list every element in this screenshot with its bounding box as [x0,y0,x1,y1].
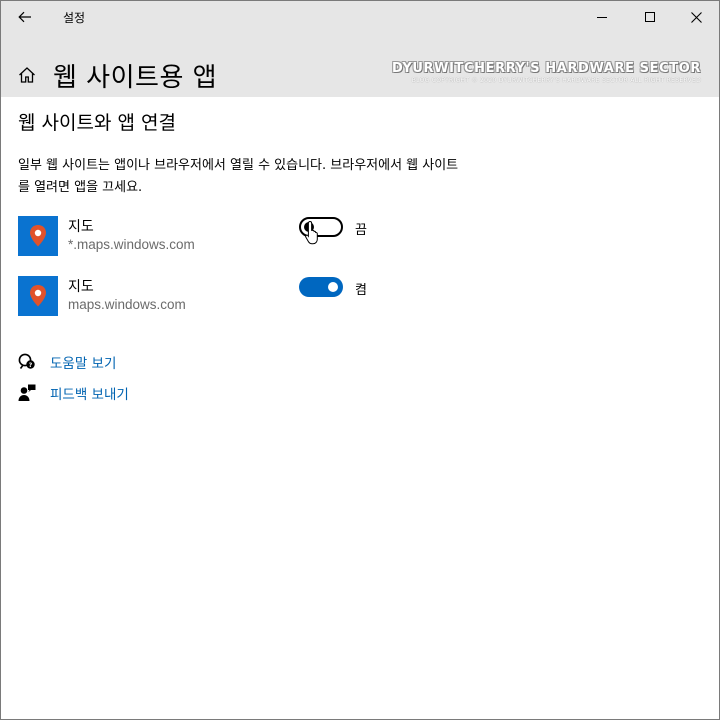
section-title: 웹 사이트와 앱 연결 [18,112,176,134]
app-tile [18,216,58,256]
page-title: 웹 사이트용 앱 [53,62,218,93]
back-arrow-icon [18,11,31,23]
help-link[interactable]: ? 도움말 보기 [18,351,116,373]
title-bar: 설정 [1,1,719,33]
back-button[interactable] [9,3,41,31]
minimize-icon [597,17,607,18]
settings-window: 설정 웹 사이트용 앱 DYURWITCHERRY'S HARDWARE SEC… [0,0,720,720]
watermark: DYURWITCHERRY'S HARDWARE SECTOR BLOG COP… [392,61,701,84]
app-title: 설정 [63,11,86,25]
minimize-button[interactable] [579,1,625,33]
feedback-link[interactable]: 피드백 보내기 [18,382,129,404]
app-url: *.maps.windows.com [68,237,195,252]
page-header: 웹 사이트용 앱 [15,55,217,95]
feedback-link-label[interactable]: 피드백 보내기 [50,383,129,403]
toggle-state-label: 켬 [355,283,367,298]
toggle-state-label: 끔 [355,223,367,238]
help-chat-icon: ? [18,353,36,371]
app-url: maps.windows.com [68,297,186,312]
app-tile [18,276,58,316]
app-row-maps-wildcard: 지도 *.maps.windows.com 끔 [18,216,418,260]
feedback-person-icon [18,384,36,402]
map-pin-icon [30,285,46,307]
map-pin-icon [30,225,46,247]
description-text: 일부 웹 사이트는 앱이나 브라우저에서 열릴 수 있습니다. 브라우저에서 웹… [18,158,459,195]
close-button[interactable] [673,1,719,33]
watermark-sub-text: BLOG COPYRIGHT © 2020 DYURWITCHERRY'S HA… [411,77,701,84]
watermark-main-text: DYURWITCHERRY'S HARDWARE SECTOR [391,61,701,76]
app-row-maps: 지도 maps.windows.com 켬 [18,276,418,320]
app-name: 지도 [68,279,94,295]
help-link-label[interactable]: 도움말 보기 [50,352,116,372]
toggle-knob [328,282,338,292]
close-icon [690,11,702,23]
maximize-button[interactable] [627,1,673,33]
toggle-switch-on[interactable] [299,277,343,297]
svg-text:?: ? [29,362,33,369]
maximize-icon [645,12,655,22]
mouse-cursor-hand-icon [305,220,318,245]
app-name: 지도 [68,219,94,235]
home-icon[interactable] [15,63,39,87]
